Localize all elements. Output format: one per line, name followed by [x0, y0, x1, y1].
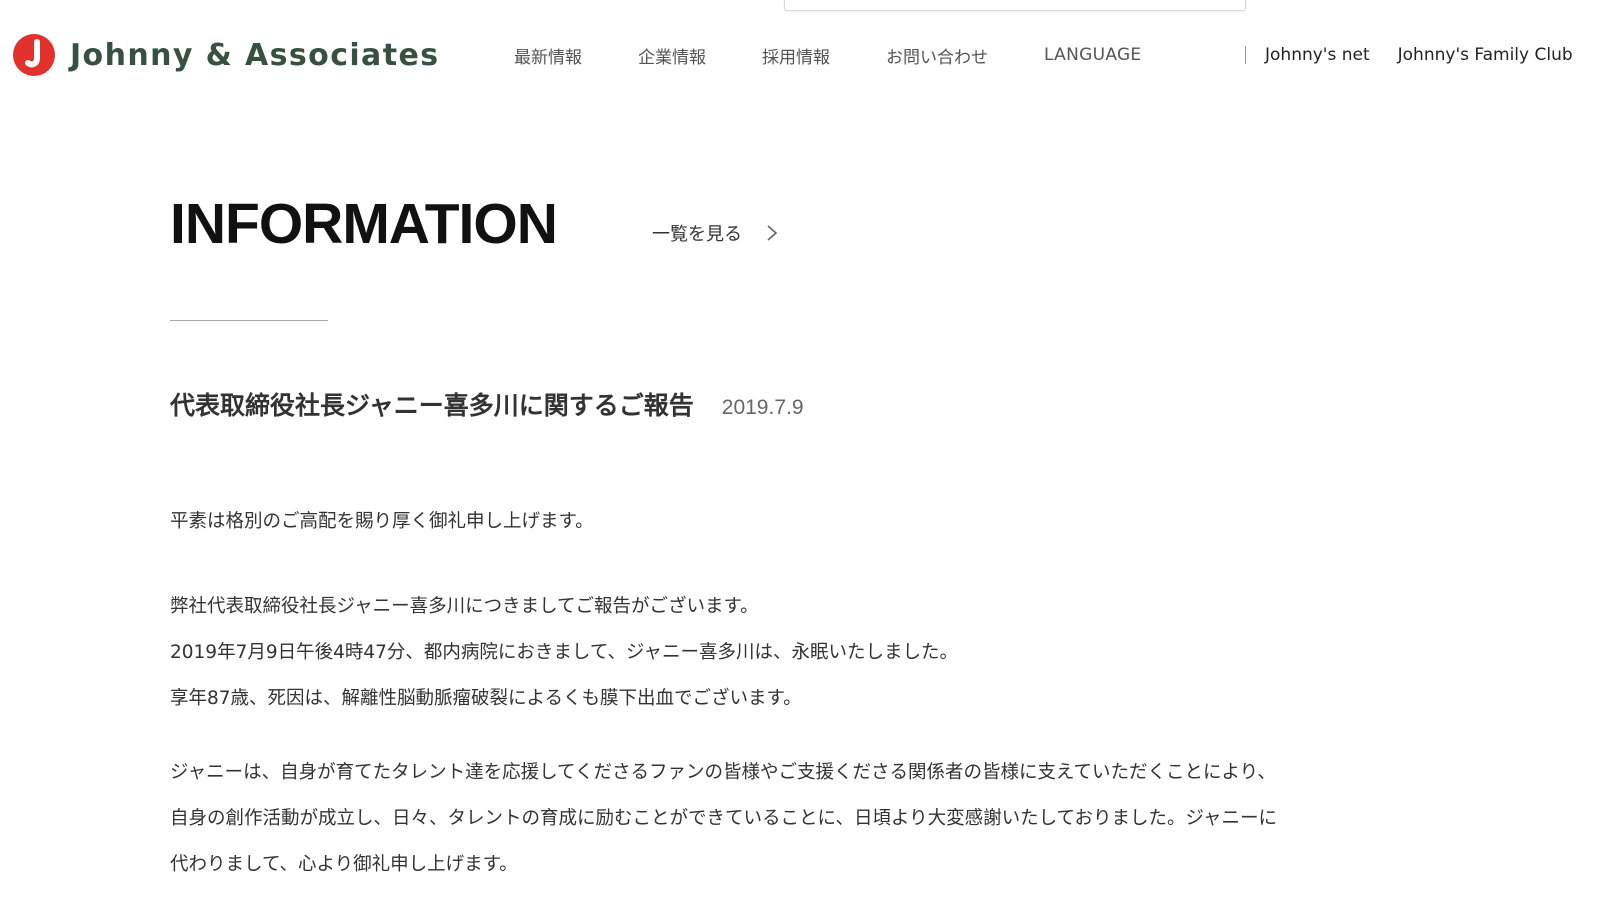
chevron-right-icon — [767, 225, 778, 241]
brand-name: Johnny & Associates — [70, 37, 440, 73]
article-header: 代表取締役社長ジャニー喜多川に関するご報告 2019.7.9 — [170, 386, 804, 422]
external-nav: Johnny's net Johnny's Family Club — [1265, 40, 1573, 70]
main-nav: 最新情報 企業情報 採用情報 お問い合わせ LANGUAGE — [514, 40, 1197, 70]
paragraph-line: 代わりまして、心より御礼申し上げます。 — [170, 854, 518, 875]
article-paragraph-1: 平素は格別のご高配を賜り厚く御礼申し上げます。 — [170, 509, 1440, 535]
paragraph-line: 2019年7月9日午後4時47分、都内病院におきまして、ジャニー喜多川は、永眠い… — [170, 642, 959, 663]
site-logo[interactable]: Johnny & Associates — [12, 32, 439, 78]
article-paragraph-3: ジャニーは、自身が育てたタレント達を応援してくださるファンの皆様やご支援くださる… — [170, 750, 1440, 888]
article-paragraph-2: 弊社代表取締役社長ジャニー喜多川につきましてご報告がございます。 2019年7月… — [170, 584, 1440, 722]
section-title: INFORMATION — [170, 192, 558, 256]
paragraph-line: 享年87歳、死因は、解離性脳動脈瘤破裂によるくも膜下出血でございます。 — [170, 688, 802, 709]
paragraph-line: 平素は格別のご高配を賜り厚く御礼申し上げます。 — [170, 511, 594, 532]
nav-item-recruit[interactable]: 採用情報 — [762, 43, 830, 68]
nav-item-language[interactable]: LANGUAGE — [1044, 45, 1141, 65]
johnny-logo-icon — [13, 34, 55, 76]
nav-item-family-club[interactable]: Johnny's Family Club — [1398, 45, 1573, 65]
paragraph-line: 弊社代表取締役社長ジャニー喜多川につきましてご報告がございます。 — [170, 596, 759, 617]
view-all-link[interactable]: 一覧を見る — [652, 220, 778, 246]
article-date: 2019.7.9 — [721, 396, 804, 419]
nav-item-company[interactable]: 企業情報 — [638, 43, 706, 68]
article-title: 代表取締役社長ジャニー喜多川に関するご報告 — [170, 391, 694, 420]
view-all-label: 一覧を見る — [652, 224, 742, 245]
paragraph-line: ジャニーは、自身が育てたタレント達を応援してくださるファンの皆様やご支援くださる… — [170, 762, 1276, 783]
paragraph-line: 自身の創作活動が成立し、日々、タレントの育成に励むことができていることに、日頃よ… — [170, 808, 1278, 829]
site-header: Johnny & Associates 最新情報 企業情報 採用情報 お問い合わ… — [0, 0, 1600, 108]
nav-item-contact[interactable]: お問い合わせ — [886, 43, 988, 68]
nav-divider — [1245, 46, 1246, 64]
nav-item-johnnys-net[interactable]: Johnny's net — [1265, 45, 1370, 65]
nav-item-news[interactable]: 最新情報 — [514, 43, 582, 68]
section-divider — [170, 320, 328, 321]
